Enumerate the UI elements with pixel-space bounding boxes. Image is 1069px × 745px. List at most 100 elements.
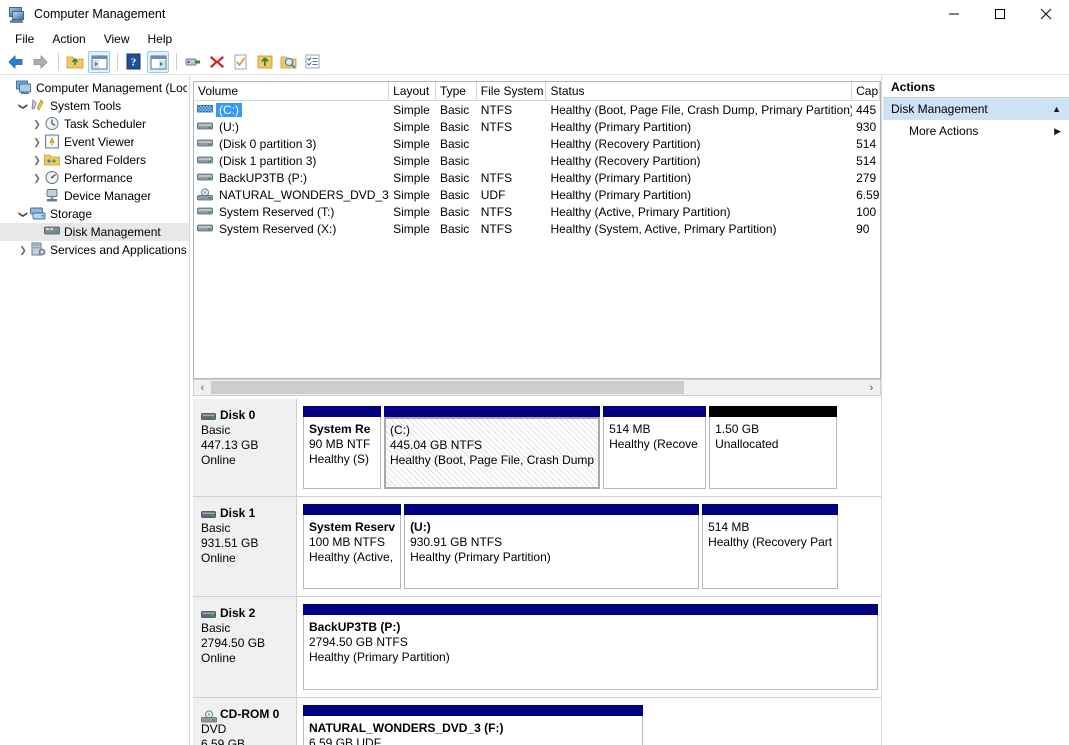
chevron-right-icon[interactable]: ❯	[30, 137, 44, 148]
disk-name: Disk 1	[220, 506, 256, 520]
sidebar-item-disk-management[interactable]: Disk Management	[0, 223, 189, 241]
disk-info-panel[interactable]: Disk 1 Basic 931.51 GB Online	[193, 497, 297, 596]
show-hide-action-pane-icon[interactable]	[147, 50, 169, 73]
partition-body: (U:) 930.91 GB NTFS Healthy (Primary Parti…	[404, 515, 700, 589]
disk-state: Online	[201, 551, 236, 565]
delete-icon[interactable]	[206, 51, 228, 73]
partition-block[interactable]: System Reserv 100 MB NTFS Healthy (Active,	[303, 504, 402, 589]
drive-icon	[197, 120, 213, 133]
volume-row[interactable]: System Reserved (X:) Simple Basic NTFS Healt…	[194, 220, 880, 237]
toolbar-separator	[176, 53, 177, 70]
help-icon[interactable]: ?	[123, 51, 145, 73]
volume-row[interactable]: (U:) Simple Basic NTFS Healthy (Primary Part…	[194, 118, 880, 135]
list-view-icon[interactable]	[302, 51, 324, 73]
scroll-left-icon[interactable]: ‹	[194, 380, 211, 395]
sidebar-item-shared-folders[interactable]: ❯ Shared Folders	[0, 151, 189, 169]
volume-row[interactable]: NATURAL_WONDERS_DVD_3 (F:) Simple Basic UDF…	[194, 186, 880, 203]
chevron-down-icon[interactable]: ❯	[18, 207, 29, 221]
sidebar-item-task-scheduler[interactable]: ❯ Task Scheduler	[0, 115, 189, 133]
column-header-cap[interactable]: Cap	[852, 82, 880, 101]
volume-cell: (Disk 1 partition 3)	[194, 154, 389, 168]
chevron-right-icon[interactable]: ❯	[30, 173, 44, 184]
disk-info-panel[interactable]: CD-ROM 0 DVD 6.59 GB	[193, 698, 297, 745]
partition-block[interactable]: 514 MB Healthy (Recovery Part	[702, 504, 839, 589]
status-cell: Healthy (Primary Partition)	[550, 119, 692, 134]
volume-row[interactable]: (Disk 0 partition 3) Simple Basic Healthy (…	[194, 135, 880, 152]
sidebar-item-performance[interactable]: ❯ Performance	[0, 169, 189, 187]
volume-row[interactable]: (Disk 1 partition 3) Simple Basic Healthy (…	[194, 152, 880, 169]
partition-block[interactable]: NATURAL_WONDERS_DVD_3 (F:) 6.59 GB UDF	[303, 705, 643, 745]
actions-header-disk-management[interactable]: Disk Management ▲	[883, 98, 1069, 120]
partition-block[interactable]: 1.50 GB Unallocated	[709, 406, 838, 489]
volume-row[interactable]: (C:) Simple Basic NTFS Healthy (Boot, Page F…	[194, 101, 880, 118]
partition-size: 6.59 GB UDF	[309, 736, 382, 745]
volume-list-hscrollbar[interactable]: ‹ ›	[193, 379, 881, 396]
sidebar-item-event-viewer[interactable]: ❯ Event Viewer	[0, 133, 189, 151]
column-header-type[interactable]: Type	[435, 82, 477, 101]
up-one-level-icon[interactable]	[64, 51, 86, 73]
sidebar-item-services-and-applications[interactable]: ❯ Services and Applications	[0, 241, 189, 259]
shared-folders-icon	[44, 152, 62, 168]
partition-block[interactable]: BackUP3TB (P:) 2794.50 GB NTFS Healthy (Pr…	[303, 604, 878, 690]
refresh-icon[interactable]	[230, 51, 252, 73]
partition-strip: BackUP3TB (P:) 2794.50 GB NTFS Healthy (Pr…	[297, 597, 881, 697]
forward-icon[interactable]	[29, 51, 51, 73]
partition-body: 514 MB Healthy (Recovery Part	[702, 515, 839, 589]
minimize-button[interactable]	[931, 0, 977, 28]
column-header-layout[interactable]: Layout	[389, 82, 436, 101]
partition-block[interactable]: (C:) 445.04 GB NTFS Healthy (Boot, Page Fi…	[384, 406, 601, 489]
partition-block[interactable]: (U:) 930.91 GB NTFS Healthy (Primary Parti…	[404, 504, 700, 589]
sidebar-item-system-tools[interactable]: ❯ System Tools	[0, 97, 189, 115]
partition-title: (C:)	[390, 423, 410, 437]
hscroll-track[interactable]	[211, 380, 863, 395]
menu-help[interactable]: Help	[139, 30, 182, 48]
menu-bar: File Action View Help	[0, 28, 1069, 49]
partition-color-bar	[303, 406, 381, 417]
properties-icon[interactable]	[182, 51, 204, 73]
chevron-right-icon[interactable]: ❯	[30, 155, 44, 166]
menu-action[interactable]: Action	[43, 30, 94, 48]
collapse-up-icon[interactable]: ▲	[1052, 104, 1061, 114]
volume-row[interactable]: System Reserved (T:) Simple Basic NTFS Healt…	[194, 203, 880, 220]
partition-block[interactable]	[646, 705, 878, 745]
partition-block[interactable]: System Re 90 MB NTF Healthy (S)	[303, 406, 381, 489]
column-header-volume[interactable]: Volume	[194, 82, 390, 101]
disk-kind: Basic	[201, 621, 231, 635]
sidebar-item-label: System Tools	[50, 99, 122, 113]
sidebar-item-device-manager[interactable]: Device Manager	[0, 187, 189, 205]
column-header-file-system[interactable]: File System	[476, 82, 547, 101]
chevron-down-icon[interactable]: ❯	[18, 99, 29, 113]
chevron-right-icon[interactable]: ❯	[16, 245, 30, 256]
chevron-right-icon[interactable]: ▶	[1054, 126, 1061, 137]
close-button[interactable]	[1023, 0, 1069, 28]
volume-name: (U:)	[219, 119, 239, 134]
partition-body: BackUP3TB (P:) 2794.50 GB NTFS Healthy (Pr…	[303, 615, 878, 690]
sidebar-item-computer-management-local[interactable]: Computer Management (Local	[0, 79, 189, 97]
hscroll-thumb[interactable]	[211, 381, 684, 394]
partition-strip: System Reserv 100 MB NTFS Healthy (Active,…	[297, 497, 881, 596]
show-hide-console-tree-icon[interactable]	[88, 50, 110, 73]
actions-item-more-actions[interactable]: More Actions ▶	[883, 120, 1069, 142]
maximize-button[interactable]	[977, 0, 1023, 28]
disk-info-panel[interactable]: Disk 0 Basic 447.13 GB Online	[193, 399, 297, 496]
export-list-icon[interactable]	[254, 51, 276, 73]
volume-row[interactable]: BackUP3TB (P:) Simple Basic NTFS Healthy (Pr…	[194, 169, 880, 186]
toolbar-separator	[117, 53, 118, 70]
back-icon[interactable]	[5, 51, 27, 73]
scroll-right-icon[interactable]: ›	[863, 380, 880, 395]
layout-cell: Simple	[393, 153, 430, 168]
disk-info-panel[interactable]: Disk 2 Basic 2794.50 GB Online	[193, 597, 297, 697]
actions-header-label: Disk Management	[891, 102, 988, 116]
rescan-disks-icon[interactable]	[278, 51, 300, 73]
performance-icon	[44, 170, 62, 186]
menu-file[interactable]: File	[6, 30, 43, 48]
chevron-right-icon[interactable]: ❯	[30, 119, 44, 130]
drive-icon	[197, 154, 213, 167]
partition-title: BackUP3TB (P:)	[309, 620, 401, 634]
volume-name: (Disk 1 partition 3)	[219, 153, 317, 168]
status-cell: Healthy (Recovery Partition)	[550, 136, 701, 151]
partition-block[interactable]: 514 MB Healthy (Recove	[603, 406, 707, 489]
menu-view[interactable]: View	[95, 30, 139, 48]
column-header-status[interactable]: Status	[546, 82, 853, 101]
sidebar-item-storage[interactable]: ❯ Storage	[0, 205, 189, 223]
